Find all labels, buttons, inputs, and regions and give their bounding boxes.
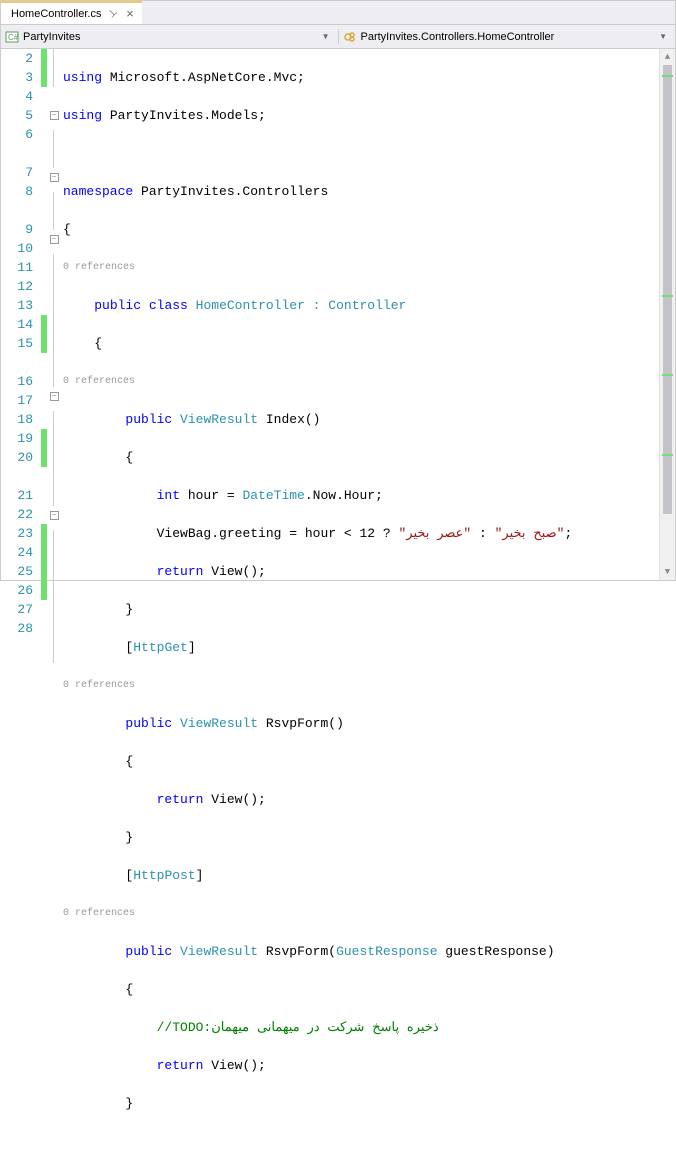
line-number: 3 <box>1 68 33 87</box>
fold-toggle[interactable]: − <box>47 111 61 130</box>
line-number-gutter: 2 3 4 5 6 7 8 9 10 11 12 13 14 15 16 17 … <box>1 49 41 580</box>
tab-bar: HomeController.cs ⊣ × <box>1 1 675 25</box>
csharp-project-icon: C# <box>5 30 19 44</box>
line-number: 8 <box>1 182 33 201</box>
scroll-down-icon[interactable]: ▼ <box>660 564 675 580</box>
line-number: 18 <box>1 410 33 429</box>
line-number: 28 <box>1 619 33 638</box>
line-number: 17 <box>1 391 33 410</box>
fold-toggle[interactable]: − <box>47 392 61 411</box>
nav-scope-left[interactable]: C# PartyInvites ▼ <box>1 30 339 44</box>
change-marker <box>662 75 673 77</box>
scroll-thumb[interactable] <box>663 65 672 514</box>
code-folding-gutter: − − − − − <box>47 49 61 580</box>
line-number: 12 <box>1 277 33 296</box>
nav-scope-text: PartyInvites <box>23 31 80 43</box>
line-number: 2 <box>1 49 33 68</box>
line-number: 5 <box>1 106 33 125</box>
vertical-scrollbar[interactable]: ▲ ▼ <box>659 49 675 580</box>
line-number: 24 <box>1 543 33 562</box>
scroll-up-icon[interactable]: ▲ <box>660 49 675 65</box>
line-number: 10 <box>1 239 33 258</box>
scroll-track[interactable] <box>660 65 675 564</box>
change-marker <box>662 295 673 297</box>
line-number: 16 <box>1 372 33 391</box>
codelens-references[interactable]: 0 references <box>63 258 135 277</box>
line-number: 19 <box>1 429 33 448</box>
codelens-references[interactable]: 0 references <box>63 372 135 391</box>
line-number: 11 <box>1 258 33 277</box>
line-number: 9 <box>1 220 33 239</box>
codelens-references[interactable]: 0 references <box>63 676 135 695</box>
dropdown-icon[interactable]: ▼ <box>655 32 671 41</box>
dropdown-icon[interactable]: ▼ <box>318 32 334 41</box>
change-marker <box>662 374 673 376</box>
line-number: 13 <box>1 296 33 315</box>
line-number: 14 <box>1 315 33 334</box>
line-number: 26 <box>1 581 33 600</box>
line-number: 22 <box>1 505 33 524</box>
line-number: 25 <box>1 562 33 581</box>
pin-icon[interactable]: ⊣ <box>105 7 119 21</box>
code-content[interactable]: using Microsoft.AspNetCore.Mvc; using Pa… <box>61 49 675 580</box>
line-number: 20 <box>1 448 33 467</box>
change-marker <box>662 454 673 456</box>
line-number: 7 <box>1 163 33 182</box>
fold-toggle[interactable]: − <box>47 511 61 530</box>
fold-toggle[interactable]: − <box>47 235 61 254</box>
navigation-bar: C# PartyInvites ▼ PartyInvites.Controlle… <box>1 25 675 49</box>
code-editor[interactable]: 2 3 4 5 6 7 8 9 10 11 12 13 14 15 16 17 … <box>1 49 675 580</box>
svg-text:C#: C# <box>8 33 19 42</box>
fold-toggle[interactable]: − <box>47 173 61 192</box>
tab-label: HomeController.cs <box>11 8 101 20</box>
line-number: 6 <box>1 125 33 144</box>
class-icon <box>343 30 357 44</box>
close-icon[interactable]: × <box>122 6 138 21</box>
line-number: 23 <box>1 524 33 543</box>
file-tab[interactable]: HomeController.cs ⊣ × <box>1 1 142 24</box>
nav-member-text: PartyInvites.Controllers.HomeController <box>361 31 555 43</box>
nav-scope-right[interactable]: PartyInvites.Controllers.HomeController … <box>339 30 676 44</box>
line-number: 15 <box>1 334 33 353</box>
line-number: 27 <box>1 600 33 619</box>
line-number: 4 <box>1 87 33 106</box>
line-number: 21 <box>1 486 33 505</box>
codelens-references[interactable]: 0 references <box>63 904 135 923</box>
